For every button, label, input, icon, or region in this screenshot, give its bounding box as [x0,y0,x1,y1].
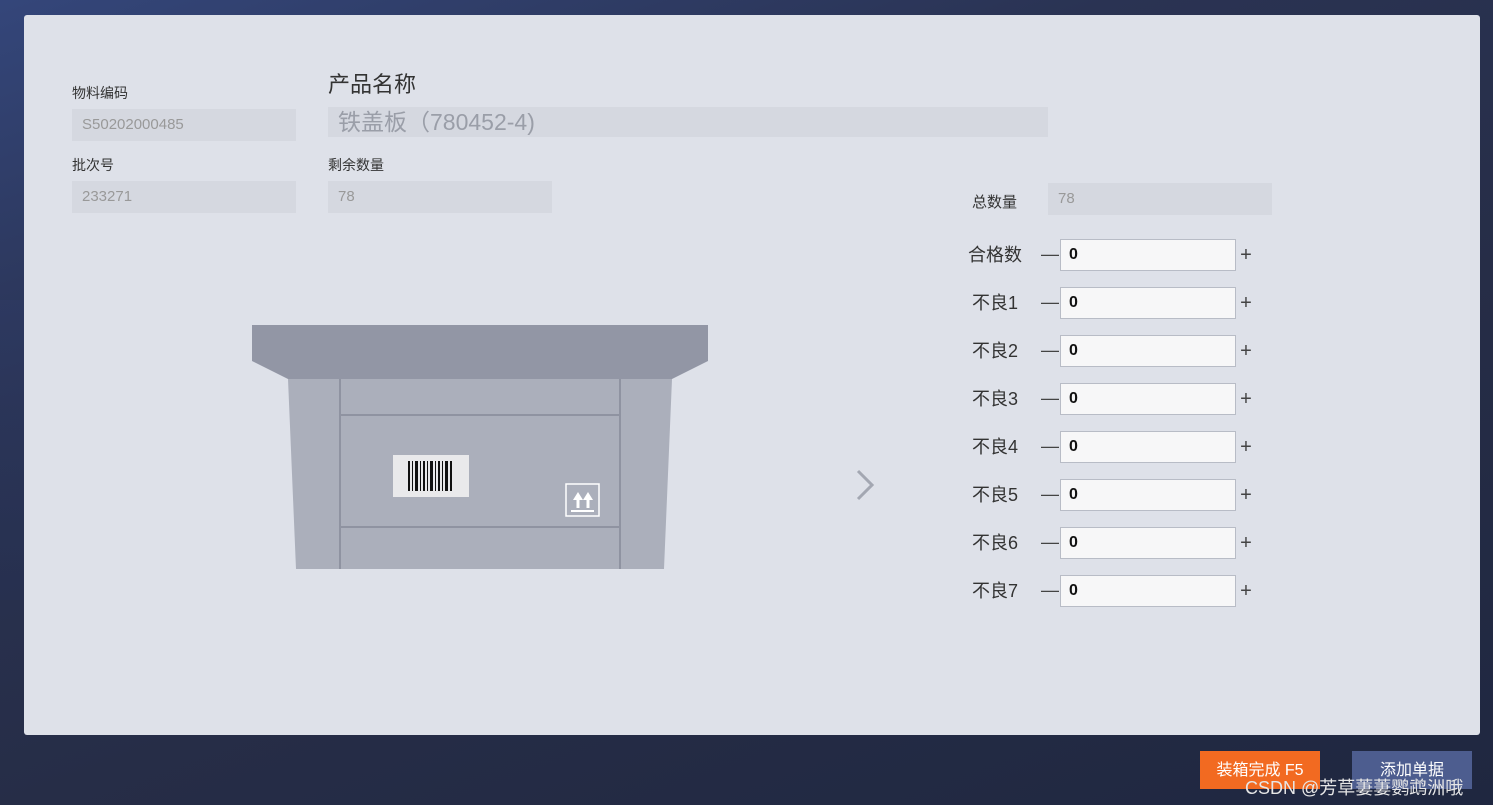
total-field: 78 [1048,183,1272,215]
count-label: 不良3 [972,389,1019,409]
count-input[interactable] [1060,527,1236,559]
count-label: 不良6 [972,533,1019,553]
count-input[interactable] [1060,239,1236,271]
material-code-field: S50202000485 [72,109,296,141]
watermark: CSDN @芳草萋萋鹦鹉洲哦 [1245,778,1464,798]
decrement-button[interactable]: — [1040,575,1060,605]
count-input[interactable] [1060,287,1236,319]
decrement-button[interactable]: — [1040,479,1060,509]
product-name-label: 产品名称 [328,72,417,97]
decrement-button[interactable]: — [1040,287,1060,317]
barcode-icon [393,455,469,497]
count-label: 不良1 [972,293,1019,313]
count-label: 不良2 [972,341,1019,361]
count-input[interactable] [1060,383,1236,415]
decrement-button[interactable]: — [1040,335,1060,365]
chevron-right-icon[interactable] [850,467,880,503]
count-label: 不良7 [972,581,1019,601]
decrement-button[interactable]: — [1040,383,1060,413]
count-label: 合格数 [968,245,1022,265]
main-panel: 物料编码 S50202000485 产品名称 铁盖板（780452-4) 批次号… [24,15,1480,735]
total-label: 总数量 [972,194,1018,211]
material-code-label: 物料编码 [72,85,128,101]
remaining-label: 剩余数量 [328,157,384,173]
count-input[interactable] [1060,431,1236,463]
count-label: 不良4 [972,437,1019,457]
increment-button[interactable]: + [1236,383,1256,415]
increment-button[interactable]: + [1236,335,1256,367]
remaining-field: 78 [328,181,552,213]
decrement-button[interactable]: — [1040,527,1060,557]
count-label: 不良5 [972,485,1019,505]
product-name-field: 铁盖板（780452-4) [328,107,1048,137]
increment-button[interactable]: + [1236,575,1256,607]
increment-button[interactable]: + [1236,431,1256,463]
increment-button[interactable]: + [1236,239,1256,271]
increment-button[interactable]: + [1236,479,1256,511]
count-input[interactable] [1060,575,1236,607]
decrement-button[interactable]: — [1040,239,1060,269]
batch-field: 233271 [72,181,296,213]
count-input[interactable] [1060,479,1236,511]
decrement-button[interactable]: — [1040,431,1060,461]
increment-button[interactable]: + [1236,287,1256,319]
increment-button[interactable]: + [1236,527,1256,559]
batch-label: 批次号 [72,157,114,173]
count-input[interactable] [1060,335,1236,367]
box-illustration [252,325,708,569]
